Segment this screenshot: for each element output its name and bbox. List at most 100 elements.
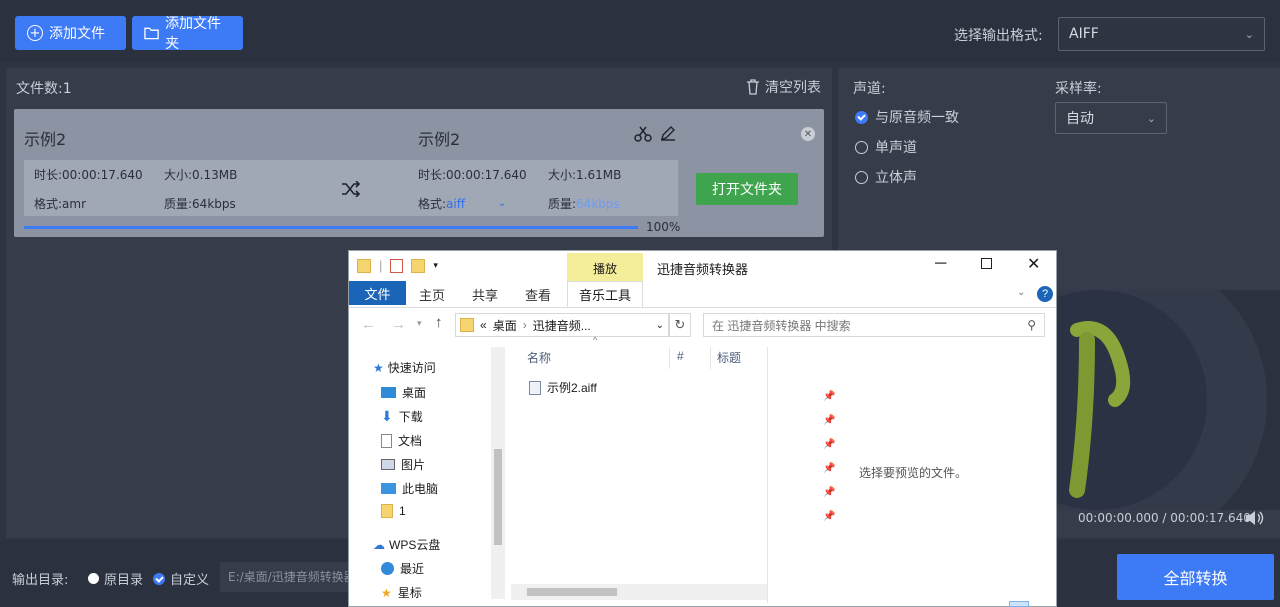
chevron-down-icon[interactable]: ⌄ xyxy=(1017,287,1025,298)
chevron-down-icon[interactable]: ⌄ xyxy=(656,320,664,331)
samplerate-label: 采样率: xyxy=(1055,81,1102,97)
recent-locations-icon[interactable]: ▾ xyxy=(417,318,422,329)
help-icon[interactable]: ? xyxy=(1037,286,1053,302)
column-number[interactable]: # xyxy=(677,349,684,363)
scissors-icon[interactable] xyxy=(634,126,652,142)
player-time: 00:00:00.000 / 00:00:17.640 xyxy=(1078,511,1251,525)
close-icon: ✕ xyxy=(803,128,813,140)
source-file-name: 示例2 xyxy=(24,130,67,149)
nav-folder-1[interactable]: 1 xyxy=(381,504,406,518)
output-path-field[interactable]: E:/桌面/迅捷音频转换器 xyxy=(220,562,348,592)
column-name[interactable]: 名称 xyxy=(527,349,551,366)
nav-pictures[interactable]: 图片 xyxy=(381,456,425,473)
music-note-icon xyxy=(1057,290,1267,510)
ribbon-tab-share[interactable]: 共享 xyxy=(472,285,498,304)
breadcrumb-current[interactable]: 迅捷音频... xyxy=(533,317,591,334)
progress-text: 100% xyxy=(646,220,681,234)
new-folder-icon[interactable] xyxy=(411,258,426,273)
back-icon[interactable]: ← xyxy=(361,316,376,333)
ribbon-tab-view[interactable]: 查看 xyxy=(525,285,551,304)
breadcrumb-overflow[interactable]: « xyxy=(480,318,487,332)
minimize-button[interactable]: ─ xyxy=(935,255,946,273)
ribbon-tab-music-tools[interactable]: 音乐工具 xyxy=(567,281,643,307)
nav-desktop[interactable]: 桌面 xyxy=(381,384,426,401)
forward-icon[interactable]: → xyxy=(391,316,406,333)
document-icon xyxy=(381,433,392,448)
clear-list-button[interactable]: 清空列表 xyxy=(746,77,821,97)
add-file-button[interactable]: + 添加文件 xyxy=(15,16,126,50)
output-original-label: 原目录 xyxy=(104,573,144,588)
computer-icon xyxy=(381,483,396,494)
search-input[interactable]: 在 迅捷音频转换器 中搜索 ⚲ xyxy=(703,313,1045,337)
output-custom-option[interactable]: 自定义 xyxy=(153,569,209,588)
nav-wps-cloud[interactable]: ☁ WPS云盘 xyxy=(373,536,440,553)
pin-icon[interactable]: 📌 xyxy=(823,511,835,522)
customize-toolbar-icon[interactable]: ▾ xyxy=(433,260,438,271)
search-icon: ⚲ xyxy=(1027,318,1036,332)
scrollbar-thumb[interactable] xyxy=(527,588,617,596)
pin-icon[interactable]: 📌 xyxy=(823,391,835,402)
nav-documents[interactable]: 文档 xyxy=(381,432,422,449)
file-count-label: 文件数: xyxy=(16,81,63,97)
scrollbar-thumb[interactable] xyxy=(494,449,502,545)
folder-icon xyxy=(144,27,159,40)
progress-fill xyxy=(24,226,638,229)
pin-icon[interactable]: 📌 xyxy=(823,487,835,498)
target-quality[interactable]: 质量:64kbps xyxy=(548,195,620,212)
recent-icon xyxy=(381,562,394,575)
nav-quick-access[interactable]: ★ 快速访问 xyxy=(373,359,436,376)
chevron-down-icon: ⌄ xyxy=(1244,27,1254,41)
nav-recent[interactable]: 最近 xyxy=(381,560,424,577)
cloud-icon: ☁ xyxy=(373,537,385,552)
channel-option-label: 与原音频一致 xyxy=(875,110,959,126)
play-context-tab[interactable]: 播放 xyxy=(567,253,643,283)
pin-icon[interactable]: 📌 xyxy=(823,463,835,474)
source-format: 格式:amr xyxy=(34,197,87,211)
format-value: AIFF xyxy=(1069,26,1099,42)
samplerate-value: 自动 xyxy=(1066,111,1094,127)
nav-downloads[interactable]: ⬇ 下载 xyxy=(381,408,423,425)
nav-starred[interactable]: ★ 星标 xyxy=(381,584,422,601)
convert-all-button[interactable]: 全部转换 xyxy=(1117,554,1274,600)
plus-circle-icon: + xyxy=(27,25,43,41)
horizontal-scrollbar[interactable] xyxy=(511,584,767,600)
nav-this-pc[interactable]: 此电脑 xyxy=(381,480,438,497)
edit-icon[interactable] xyxy=(660,125,676,141)
properties-icon[interactable] xyxy=(390,258,404,273)
refresh-icon[interactable]: ↻ xyxy=(669,313,691,337)
file-name: 示例2.aiff xyxy=(547,381,597,395)
breadcrumb-desktop[interactable]: 桌面 xyxy=(493,317,517,334)
volume-icon[interactable] xyxy=(1245,510,1265,526)
channel-option-label: 立体声 xyxy=(875,170,917,186)
channel-option-original[interactable]: 与原音频一致 xyxy=(855,107,959,127)
pin-icon[interactable]: 📌 xyxy=(823,439,835,450)
file-row[interactable]: 示例2.aiff xyxy=(529,379,597,396)
remove-item-button[interactable]: ✕ xyxy=(801,127,815,141)
preview-divider xyxy=(767,347,768,603)
ribbon-tab-file[interactable]: 文件 xyxy=(349,281,406,305)
up-icon[interactable]: ↑ xyxy=(435,314,443,331)
details-view-icon[interactable] xyxy=(1009,601,1029,607)
maximize-button[interactable] xyxy=(981,258,992,269)
close-button[interactable]: ✕ xyxy=(1027,254,1040,274)
column-title[interactable]: 标题 xyxy=(717,349,741,366)
address-bar[interactable]: « 桌面 › 迅捷音频... ⌄ xyxy=(455,313,669,337)
nav-label: 图片 xyxy=(401,458,426,472)
open-folder-button[interactable]: 打开文件夹 xyxy=(696,173,798,205)
target-duration: 时长:00:00:17.640 xyxy=(418,168,527,182)
channel-option-stereo[interactable]: 立体声 xyxy=(855,167,917,187)
channel-option-mono[interactable]: 单声道 xyxy=(855,137,917,157)
samplerate-select[interactable]: 自动 ⌄ xyxy=(1055,102,1167,134)
ribbon-tab-home[interactable]: 主页 xyxy=(419,285,445,304)
nav-scrollbar[interactable] xyxy=(491,347,505,599)
pin-icon[interactable]: 📌 xyxy=(823,415,835,426)
output-original-option[interactable]: 原目录 xyxy=(88,569,143,588)
format-select[interactable]: AIFF ⌄ xyxy=(1058,17,1265,51)
target-format-label: 格式: xyxy=(418,197,447,211)
radio-unchecked xyxy=(855,170,868,184)
target-format-select[interactable]: 格式: aiff ⌄ xyxy=(418,195,506,212)
channel-label: 声道: xyxy=(853,81,886,97)
column-divider xyxy=(669,347,670,369)
add-folder-button[interactable]: 添加文件夹 xyxy=(132,16,243,52)
target-file-name: 示例2 xyxy=(418,130,461,149)
